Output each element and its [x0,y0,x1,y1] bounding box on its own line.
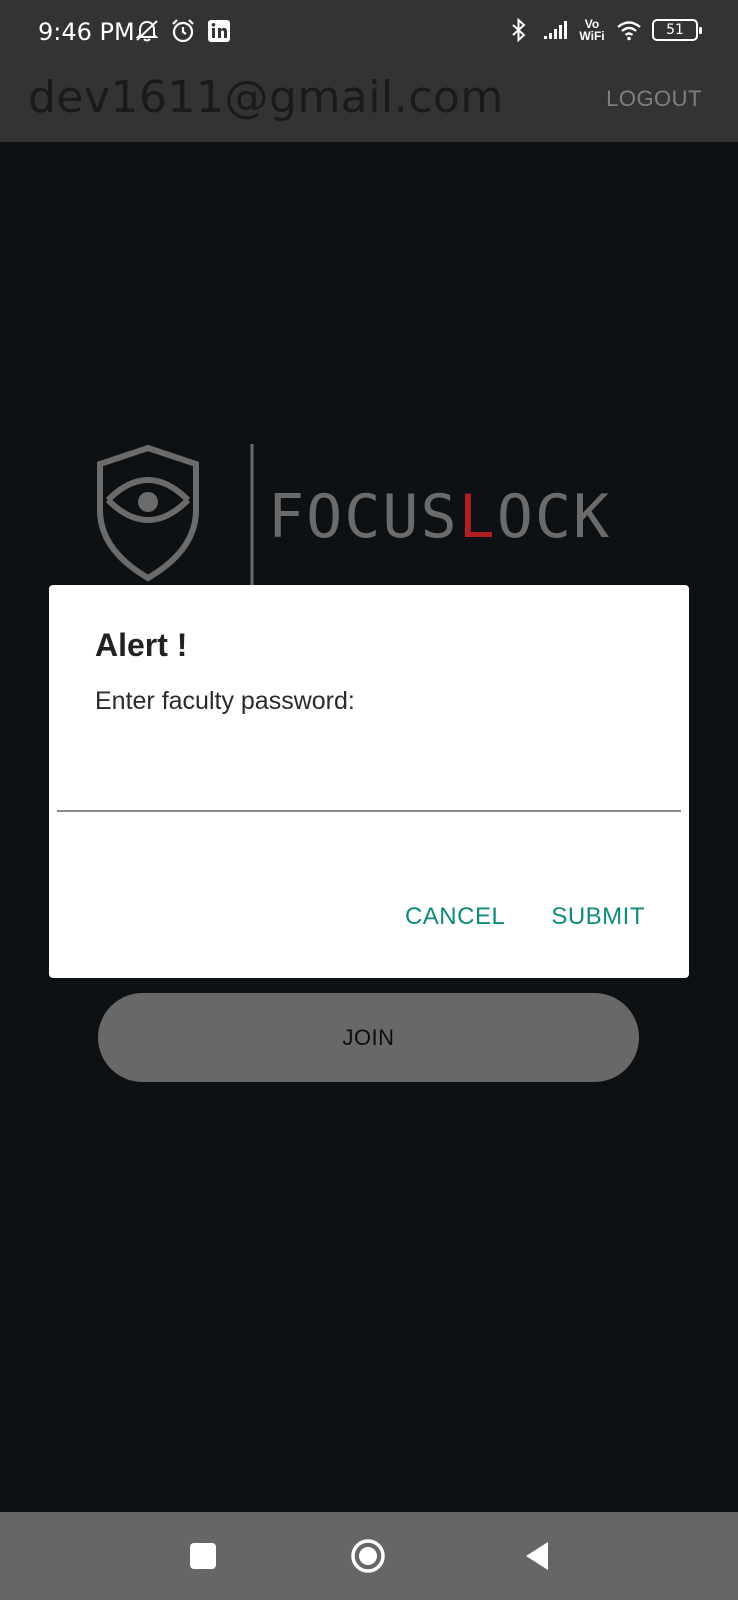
submit-button[interactable]: SUBMIT [551,903,645,931]
alarm-icon [172,19,194,43]
dialog-actions: CANCEL SUBMIT [405,903,645,931]
bluetooth-icon [512,17,526,43]
wifi-icon [617,21,641,41]
status-time: 9:46 PM [38,18,135,46]
dialog-message: Enter faculty password: [95,687,355,715]
screen: 9:46 PM Vo WiFi 51 dev1611@gmail.com LOG… [0,0,738,1600]
alert-dialog: Alert ! Enter faculty password: CANCEL S… [49,585,689,978]
logout-button[interactable]: LOGOUT [606,86,702,112]
recents-icon[interactable] [185,1538,221,1574]
notifications-muted-icon [135,20,159,42]
status-bar: 9:46 PM Vo WiFi 51 [0,0,738,62]
signal-icon [544,21,567,39]
navigation-bar [0,1512,738,1600]
home-icon[interactable] [350,1538,386,1574]
linkedin-icon [208,20,230,42]
shield-eye-icon [97,444,199,582]
vowifi-bottom-label: WiFi [579,29,605,43]
status-left-icons [134,18,232,44]
battery-icon: 51 [652,19,702,41]
user-email: dev1611@gmail.com [28,72,504,123]
app-bar: dev1611@gmail.com LOGOUT [0,62,738,142]
status-right-icons: Vo WiFi 51 [506,17,702,43]
cancel-button[interactable]: CANCEL [405,903,505,931]
logo-text: FOCUSLOCK [268,482,611,552]
dialog-title: Alert ! [95,627,188,663]
join-button[interactable]: JOIN [98,993,639,1082]
faculty-password-input[interactable] [57,760,681,812]
back-icon[interactable] [520,1538,556,1574]
vowifi-icon: Vo WiFi [578,18,606,42]
battery-level: 51 [666,22,684,38]
focuslock-logo: FOCUSLOCK [97,444,611,588]
